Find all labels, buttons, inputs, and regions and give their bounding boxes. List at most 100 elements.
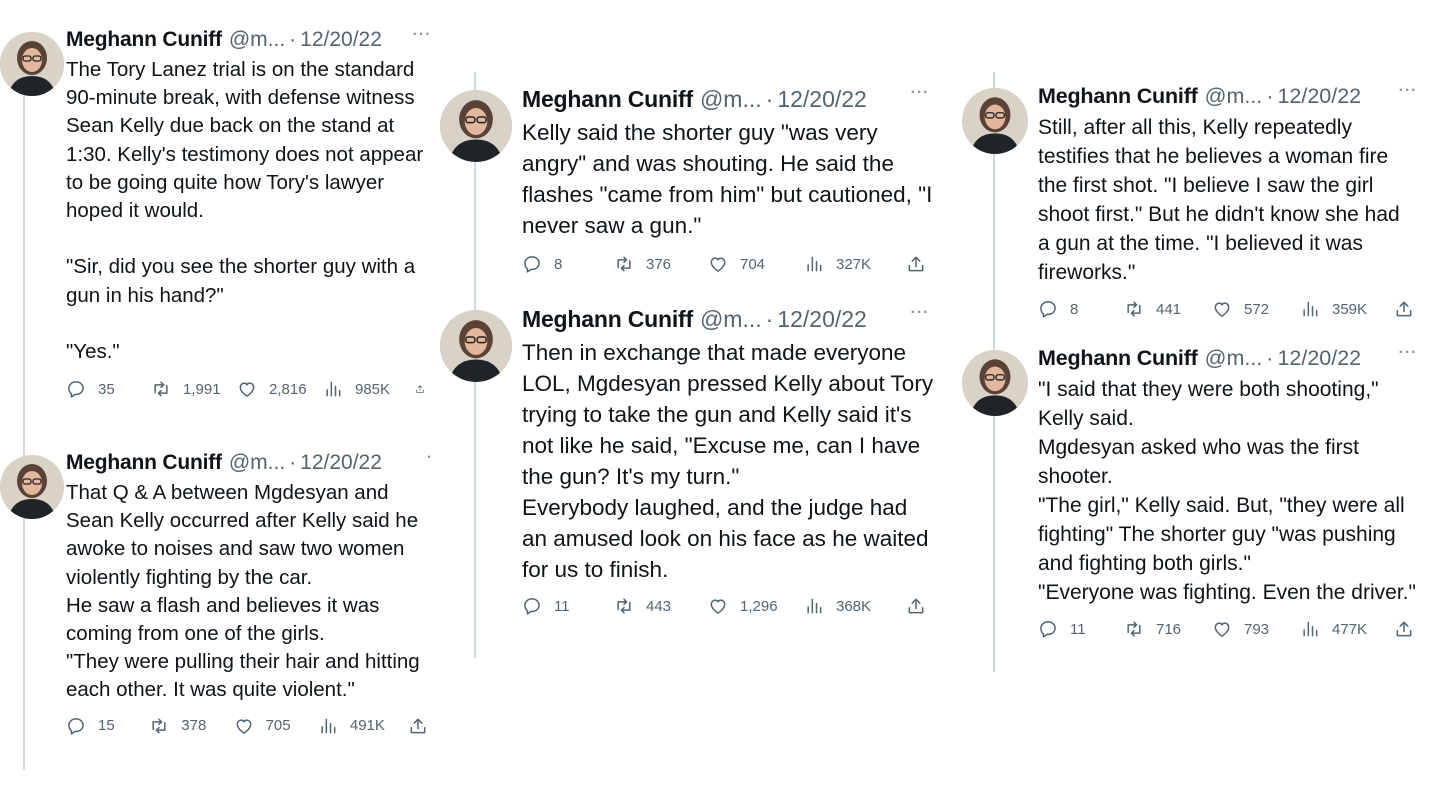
- tweet[interactable]: Meghann Cuniff @m... · 12/20/22 ··· "I s…: [962, 345, 1420, 676]
- share-button[interactable]: [1394, 299, 1414, 319]
- reply-button[interactable]: 35: [66, 379, 151, 399]
- share-button[interactable]: [1394, 619, 1414, 639]
- reply-icon: [68, 717, 84, 735]
- more-icon[interactable]: ·: [426, 451, 434, 475]
- share-button[interactable]: [906, 596, 926, 616]
- like-count: 705: [265, 717, 291, 735]
- views-icon: [321, 718, 336, 734]
- tweet[interactable]: Meghann Cuniff @m... · 12/20/22 ··· Kell…: [440, 85, 939, 282]
- author-name[interactable]: Meghann Cuniff: [66, 451, 222, 475]
- like-button[interactable]: 705: [234, 716, 318, 736]
- share-icon: [908, 256, 924, 272]
- reply-icon: [1040, 621, 1056, 638]
- retweet-button[interactable]: 376: [614, 254, 708, 274]
- reply-icon: [524, 256, 540, 273]
- author-handle[interactable]: @m...: [1205, 346, 1263, 371]
- more-icon[interactable]: ···: [1396, 345, 1420, 370]
- tweet-text: That Q & A between Mgdesyan and Sean Kel…: [66, 481, 420, 702]
- like-icon: [239, 382, 255, 398]
- avatar[interactable]: [440, 90, 512, 162]
- reply-button[interactable]: 15: [66, 716, 149, 736]
- retweet-button[interactable]: 716: [1124, 619, 1212, 639]
- author-handle[interactable]: @m...: [229, 451, 285, 475]
- avatar[interactable]: [0, 455, 64, 519]
- reply-button[interactable]: 8: [522, 254, 614, 274]
- retweet-button[interactable]: 441: [1124, 299, 1212, 319]
- retweet-button[interactable]: 1,991: [151, 379, 237, 399]
- views-button[interactable]: 477K: [1300, 619, 1394, 639]
- like-button[interactable]: 793: [1212, 619, 1300, 639]
- tweet[interactable]: Meghann Cuniff @m... · 12/20/22 ··· The …: [0, 27, 440, 428]
- tweet-date[interactable]: 12/20/22: [777, 86, 867, 113]
- retweet-button[interactable]: 378: [149, 716, 233, 736]
- tweet[interactable]: Meghann Cuniff @m... · 12/20/22 ··· Then…: [440, 305, 938, 658]
- reply-count: 8: [554, 255, 563, 273]
- views-button[interactable]: 359K: [1300, 299, 1394, 319]
- tweet[interactable]: Meghann Cuniff @m... · 12/20/22 ··· Stil…: [962, 83, 1420, 324]
- retweet-count: 716: [1156, 620, 1182, 638]
- author-name[interactable]: Meghann Cuniff: [522, 86, 693, 113]
- tweet-date[interactable]: 12/20/22: [1277, 346, 1361, 371]
- tweet-date[interactable]: 12/20/22: [300, 28, 382, 52]
- retweet-icon: [1127, 621, 1141, 637]
- views-icon: [807, 256, 822, 272]
- views-button[interactable]: 985K: [323, 379, 415, 399]
- avatar[interactable]: [0, 32, 64, 96]
- reply-icon: [68, 381, 84, 398]
- reply-icon: [524, 598, 540, 615]
- like-button[interactable]: 1,296: [708, 596, 804, 616]
- author-handle[interactable]: @m...: [1205, 84, 1263, 109]
- share-button[interactable]: [415, 379, 425, 399]
- views-button[interactable]: 491K: [318, 716, 408, 736]
- like-icon: [710, 599, 726, 614]
- share-icon: [410, 718, 426, 734]
- more-icon[interactable]: ···: [410, 27, 434, 52]
- like-count: 2,816: [269, 380, 307, 398]
- author-handle[interactable]: @m...: [700, 86, 762, 113]
- views-button[interactable]: 368K: [804, 596, 906, 616]
- share-icon: [1396, 621, 1412, 637]
- retweet-icon: [154, 381, 168, 397]
- tweet[interactable]: Meghann Cuniff @m... · 12/20/22 · That Q…: [0, 451, 440, 771]
- tweet-date[interactable]: 12/20/22: [777, 306, 867, 333]
- reply-button[interactable]: 8: [1038, 299, 1124, 319]
- views-icon: [1303, 301, 1318, 317]
- retweet-icon: [1127, 301, 1141, 317]
- like-button[interactable]: 2,816: [237, 379, 323, 399]
- like-button[interactable]: 704: [708, 254, 804, 274]
- separator-dot: ·: [289, 451, 297, 474]
- share-button[interactable]: [408, 716, 428, 736]
- tweet-date[interactable]: 12/20/22: [300, 451, 382, 475]
- author-name[interactable]: Meghann Cuniff: [522, 306, 693, 333]
- like-icon: [1214, 622, 1230, 637]
- share-button[interactable]: [906, 254, 926, 274]
- retweet-count: 441: [1156, 300, 1182, 318]
- author-name[interactable]: Meghann Cuniff: [66, 28, 222, 52]
- retweet-count: 376: [646, 255, 672, 273]
- tweet-text: The Tory Lanez trial is on the standard …: [66, 58, 424, 364]
- like-count: 793: [1244, 620, 1270, 638]
- retweet-button[interactable]: 443: [614, 596, 708, 616]
- more-icon[interactable]: ···: [1396, 83, 1420, 108]
- retweet-icon: [617, 256, 631, 272]
- views-icon: [326, 381, 341, 397]
- retweet-icon: [152, 718, 166, 734]
- tweet-text: Kelly said the shorter guy "was very ang…: [522, 120, 939, 238]
- avatar[interactable]: [962, 350, 1028, 416]
- views-count: 491K: [349, 717, 385, 735]
- reply-button[interactable]: 11: [522, 596, 614, 616]
- avatar[interactable]: [962, 88, 1028, 154]
- tweet-text: Still, after all this, Kelly repeatedly …: [1038, 116, 1406, 284]
- more-icon[interactable]: ···: [908, 305, 932, 330]
- more-icon[interactable]: ···: [908, 85, 932, 110]
- author-name[interactable]: Meghann Cuniff: [1038, 346, 1198, 371]
- tweet-date[interactable]: 12/20/22: [1277, 84, 1361, 109]
- author-handle[interactable]: @m...: [700, 306, 762, 333]
- author-name[interactable]: Meghann Cuniff: [1038, 84, 1198, 109]
- avatar[interactable]: [440, 310, 512, 382]
- retweet-count: 1,991: [183, 380, 221, 398]
- views-button[interactable]: 327K: [804, 254, 906, 274]
- author-handle[interactable]: @m...: [229, 28, 285, 52]
- reply-button[interactable]: 11: [1038, 619, 1124, 639]
- like-button[interactable]: 572: [1212, 299, 1300, 319]
